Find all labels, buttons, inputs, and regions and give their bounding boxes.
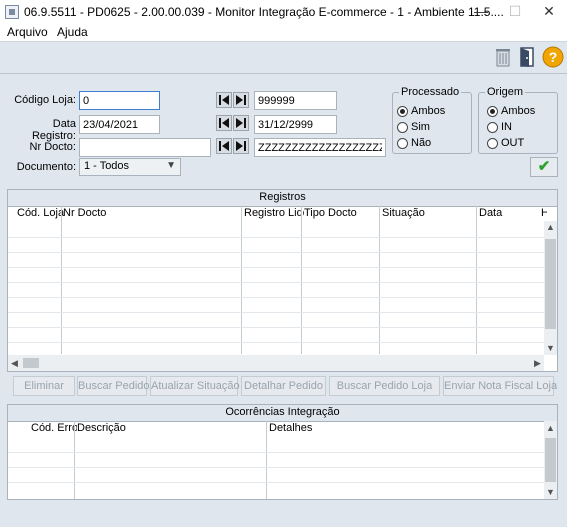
codigo-loja-to-input[interactable] <box>254 91 337 110</box>
scroll-thumb[interactable] <box>545 438 556 482</box>
processado-group: Processado Ambos Sim Não <box>392 86 472 154</box>
col-situacao[interactable]: Situação <box>382 206 472 221</box>
chevron-right-icon[interactable]: ▶ <box>532 358 543 369</box>
registros-vertical-scrollbar[interactable]: ▲ ▼ <box>544 221 557 355</box>
col-cod-loja[interactable]: Cód. Loja <box>17 206 65 221</box>
origem-radio-ambos[interactable]: Ambos <box>487 105 535 117</box>
ocorrencias-grid: Ocorrências Integração Cód. Erro Descriç… <box>7 404 558 500</box>
codigo-loja-from-input[interactable] <box>79 91 160 110</box>
documento-value: 1 - Todos <box>84 160 130 172</box>
chevron-up-icon[interactable]: ▲ <box>545 423 556 433</box>
confirm-button[interactable]: ✔ <box>530 157 558 177</box>
menu-ajuda[interactable]: Ajuda <box>57 25 88 39</box>
col-cod-erro[interactable]: Cód. Erro <box>31 421 77 436</box>
menu-arquivo[interactable]: Arquivo <box>7 25 48 39</box>
help-icon[interactable]: ? <box>542 46 564 68</box>
chevron-down-icon[interactable]: ▼ <box>545 343 556 353</box>
col-registro-lido[interactable]: Registro Lido <box>244 206 304 221</box>
col-h[interactable]: H <box>541 206 547 221</box>
menu-bar: Arquivo Ajuda <box>0 24 567 42</box>
data-registro-from-input[interactable] <box>79 115 160 134</box>
processado-title: Processado <box>399 86 462 98</box>
origem-title: Origem <box>485 86 526 98</box>
registros-grid: Registros Cód. Loja Nr Docto Registro Li… <box>7 189 558 372</box>
svg-text:?: ? <box>549 49 558 65</box>
data-registro-to-input[interactable] <box>254 115 337 134</box>
chevron-up-icon[interactable]: ▲ <box>545 222 556 232</box>
chevron-left-icon[interactable]: ◀ <box>9 358 20 369</box>
registros-horizontal-scrollbar[interactable]: ◀ ▶ <box>8 355 544 371</box>
col-tipo-docto[interactable]: Tipo Docto <box>304 206 376 221</box>
check-icon: ✔ <box>537 158 551 175</box>
window-title: 06.9.5511 - PD0625 - 2.00.00.039 - Monit… <box>24 5 504 19</box>
codigo-loja-label: Código Loja: <box>14 94 76 106</box>
nr-docto-label: Nr Docto: <box>29 141 76 153</box>
col-detalhes[interactable]: Detalhes <box>269 421 469 436</box>
minimize-button[interactable]: — <box>464 0 498 24</box>
atualizar-situacao-button[interactable]: Atualizar Situação <box>150 376 240 396</box>
col-descricao[interactable]: Descrição <box>77 421 257 436</box>
registros-header: Registros <box>8 190 557 207</box>
documento-label: Documento: <box>16 161 76 173</box>
col-nr-docto[interactable]: Nr Docto <box>63 206 233 221</box>
processado-radio-sim[interactable]: Sim <box>397 121 430 133</box>
first-icon[interactable] <box>216 115 232 131</box>
app-icon <box>5 5 19 19</box>
nr-docto-to-input[interactable] <box>254 138 386 157</box>
toolbar: ? <box>0 42 567 74</box>
processado-radio-nao[interactable]: Não <box>397 137 431 149</box>
close-button[interactable]: ✕ <box>532 0 566 24</box>
processado-radio-ambos[interactable]: Ambos <box>397 105 445 117</box>
ocorrencias-header: Ocorrências Integração <box>8 405 557 422</box>
buscar-pedido-loja-button[interactable]: Buscar Pedido Loja <box>329 376 440 396</box>
maximize-button[interactable]: ☐ <box>498 0 532 24</box>
buscar-pedido-button[interactable]: Buscar Pedido <box>77 376 150 396</box>
data-registro-label: Data Registro: <box>31 118 76 142</box>
detalhar-pedido-button[interactable]: Detalhar Pedido <box>241 376 326 396</box>
origem-radio-out[interactable]: OUT <box>487 137 524 149</box>
last-icon[interactable] <box>233 138 249 154</box>
enviar-nota-fiscal-loja-button[interactable]: Enviar Nota Fiscal Loja <box>443 376 557 396</box>
eliminar-button[interactable]: Eliminar <box>13 376 75 396</box>
origem-radio-in[interactable]: IN <box>487 121 512 133</box>
ocorrencias-vertical-scrollbar[interactable]: ▲ ▼ <box>544 421 557 499</box>
chevron-down-icon[interactable]: ▼ <box>545 487 556 497</box>
origem-group: Origem Ambos IN OUT <box>478 86 558 154</box>
nr-docto-from-input[interactable] <box>79 138 211 157</box>
chevron-down-icon: ▼ <box>166 160 176 171</box>
first-icon[interactable] <box>216 138 232 154</box>
last-icon[interactable] <box>233 92 249 108</box>
title-bar: 06.9.5511 - PD0625 - 2.00.00.039 - Monit… <box>0 0 567 24</box>
col-data[interactable]: Data <box>479 206 539 221</box>
scroll-thumb[interactable] <box>545 239 556 329</box>
first-icon[interactable] <box>216 92 232 108</box>
documento-select[interactable]: 1 - Todos ▼ <box>79 158 181 176</box>
exit-door-icon[interactable] <box>517 46 539 68</box>
trash-icon[interactable] <box>492 46 514 68</box>
last-icon[interactable] <box>233 115 249 131</box>
scroll-thumb[interactable] <box>23 358 39 368</box>
